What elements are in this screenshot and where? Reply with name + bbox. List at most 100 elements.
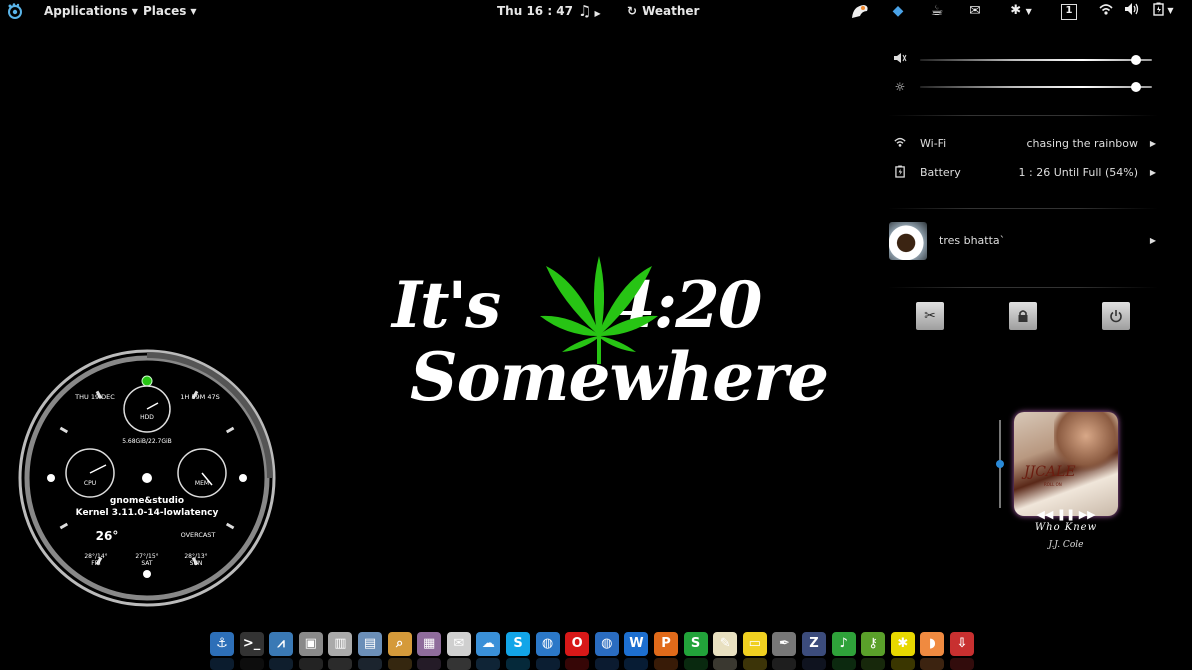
forecast-fri-temp: 28°/14° (84, 553, 107, 560)
pidgin-icon[interactable] (850, 2, 870, 20)
cup-icon[interactable]: ☕ (928, 2, 946, 20)
album-artist-text: JJCALE (1024, 464, 1076, 480)
pen-tool-icon[interactable]: ✒ (772, 632, 797, 656)
volume-slider-track[interactable] (920, 59, 1152, 61)
dock-reflection (594, 658, 619, 670)
dock-reflection (950, 658, 974, 670)
hour-tick (225, 426, 235, 434)
speaker-icon (892, 52, 908, 68)
settings-icon: ✂ (924, 308, 936, 324)
brightness-icon: ☼ (894, 80, 906, 94)
forecast-sat-day: SAT (141, 560, 153, 567)
battery-menu[interactable]: ▼ (1150, 2, 1176, 20)
volume-slider-handle[interactable] (1130, 55, 1141, 65)
dock-reflection (861, 658, 886, 670)
activities-button[interactable] (6, 3, 24, 19)
dock-reflection (890, 658, 915, 670)
file-manager-icon[interactable]: ▤ (358, 632, 382, 656)
melon-icon[interactable]: ◗ (920, 632, 945, 656)
applications-menu[interactable]: Applications ▼ (44, 0, 138, 22)
workspace-indicator-icon[interactable]: 1 (1061, 4, 1077, 20)
chevron-right-icon: ▶ (1149, 236, 1156, 245)
chat-icon[interactable]: ☁ (476, 632, 501, 656)
previous-icon[interactable]: ◀◀ (1036, 508, 1053, 521)
forecast-fri-day: FRI (91, 560, 101, 567)
package-icon[interactable]: ▣ (298, 632, 323, 656)
volume-vertical-handle[interactable] (996, 460, 1004, 468)
accessibility-icon[interactable]: ✱ ▼ (1006, 2, 1036, 20)
dock-reflection (417, 658, 442, 670)
volume-icon[interactable] (1124, 2, 1140, 20)
dock-reflection (683, 658, 708, 670)
wps-presentation-icon[interactable]: P (654, 632, 678, 656)
dock-reflection (772, 658, 797, 670)
places-menu[interactable]: Places ▼ (143, 0, 197, 22)
dock-reflection (387, 658, 412, 670)
wifi-network: chasing the rainbow (1026, 137, 1138, 150)
weather-menu[interactable]: ↻ Weather (627, 0, 699, 22)
temperature-text: 26° (96, 529, 119, 543)
audio-mixer-icon[interactable]: ▥ (328, 632, 353, 656)
next-icon[interactable]: ▶▶ (1079, 508, 1096, 521)
lock-icon (1018, 310, 1028, 322)
music-menu[interactable]: ♫ ▶ (578, 0, 601, 22)
mem-label: MEM (195, 480, 209, 487)
lock-button[interactable] (1009, 302, 1037, 330)
opera-icon[interactable]: O (565, 632, 590, 656)
brightness-slider-handle[interactable] (1130, 82, 1141, 92)
dock-reflection (802, 658, 826, 670)
bug-icon[interactable]: ✱ (890, 632, 915, 656)
music-player-icon[interactable]: ♪ (831, 632, 856, 656)
globe-icon[interactable]: ◍ (535, 632, 560, 656)
power-button[interactable] (1102, 302, 1130, 330)
condition-text: OVERCAST (181, 531, 216, 539)
mail-client-icon[interactable]: ✉ (446, 632, 471, 656)
skype-icon[interactable]: S (506, 632, 530, 656)
workspace-number: 1 (1065, 5, 1073, 16)
dropdown-arrow-icon: ▼ (131, 7, 138, 16)
brightness-slider-track[interactable] (920, 86, 1152, 88)
text-editor-icon[interactable]: ✎ (713, 632, 738, 656)
system-monitor-icon[interactable]: ⩘ (269, 632, 294, 656)
dropbox-icon[interactable]: ◆ (889, 2, 907, 20)
photo-viewer-icon[interactable]: ▦ (417, 632, 442, 656)
pause-icon[interactable]: ❚❚ (1057, 508, 1075, 521)
album-art: JJCALE ROLL ON (1014, 412, 1118, 516)
zyn-jack-icon[interactable]: Z (802, 632, 826, 656)
volume-slider[interactable] (874, 50, 1168, 70)
track-artist: J.J. Cole (1048, 540, 1084, 550)
wps-spreadsheet-icon[interactable]: S (683, 632, 708, 656)
refresh-icon: ↻ (627, 4, 638, 18)
mail-icon[interactable]: ✉ (966, 2, 984, 20)
battery-menu-item[interactable]: Battery 1 : 26 Until Full (54%) ▶ (874, 163, 1168, 183)
clock-menu[interactable]: Thu 16 : 47 (497, 0, 573, 22)
sticky-notes-icon[interactable]: ▭ (742, 632, 767, 656)
terminal-icon[interactable]: >_ (239, 632, 264, 656)
system-status-menu: ☼ Wi-Fi chasing the rainbow ▶ Battery 1 … (874, 22, 1168, 352)
brightness-slider[interactable]: ☼ (874, 77, 1168, 97)
forecast-sun-day: SUN (190, 560, 203, 567)
installer-icon[interactable]: ⇩ (950, 632, 974, 656)
wallpaper-text-line2: Somewhere (410, 338, 829, 416)
album-sub-text: ROLL ON (1044, 482, 1062, 487)
wifi-menu-item[interactable]: Wi-Fi chasing the rainbow ▶ (874, 134, 1168, 154)
hdd-label: HDD (140, 414, 154, 421)
key-icon[interactable]: ⚷ (861, 632, 886, 656)
settings-button[interactable]: ✂ (916, 302, 944, 330)
anchor-icon[interactable]: ⚓ (210, 632, 234, 656)
music-player-widget: JJCALE ROLL ON ◀◀ ❚❚ ▶▶ Who Knew J.J. Co… (996, 410, 1126, 555)
dock-reflection (506, 658, 530, 670)
dock-reflection (328, 658, 353, 670)
dropdown-arrow-icon: ▼ (190, 7, 197, 16)
dock-reflection (210, 658, 234, 670)
top-panel: Applications ▼ Places ▼ Thu 16 : 47 ♫ ▶ ↻ We… (0, 0, 1192, 22)
dock-reflection (446, 658, 471, 670)
wifi-icon[interactable] (1098, 2, 1114, 20)
dock-reflection (742, 658, 767, 670)
uptime-text: 1H 59M 47S (180, 393, 219, 401)
user-menu-item[interactable]: tres bhatta` ▶ (874, 231, 1168, 251)
dock-reflection (654, 658, 678, 670)
wps-writer-icon[interactable]: W (624, 632, 649, 656)
search-tool-icon[interactable]: ⌕ (387, 632, 412, 656)
browser-icon[interactable]: ◍ (594, 632, 619, 656)
